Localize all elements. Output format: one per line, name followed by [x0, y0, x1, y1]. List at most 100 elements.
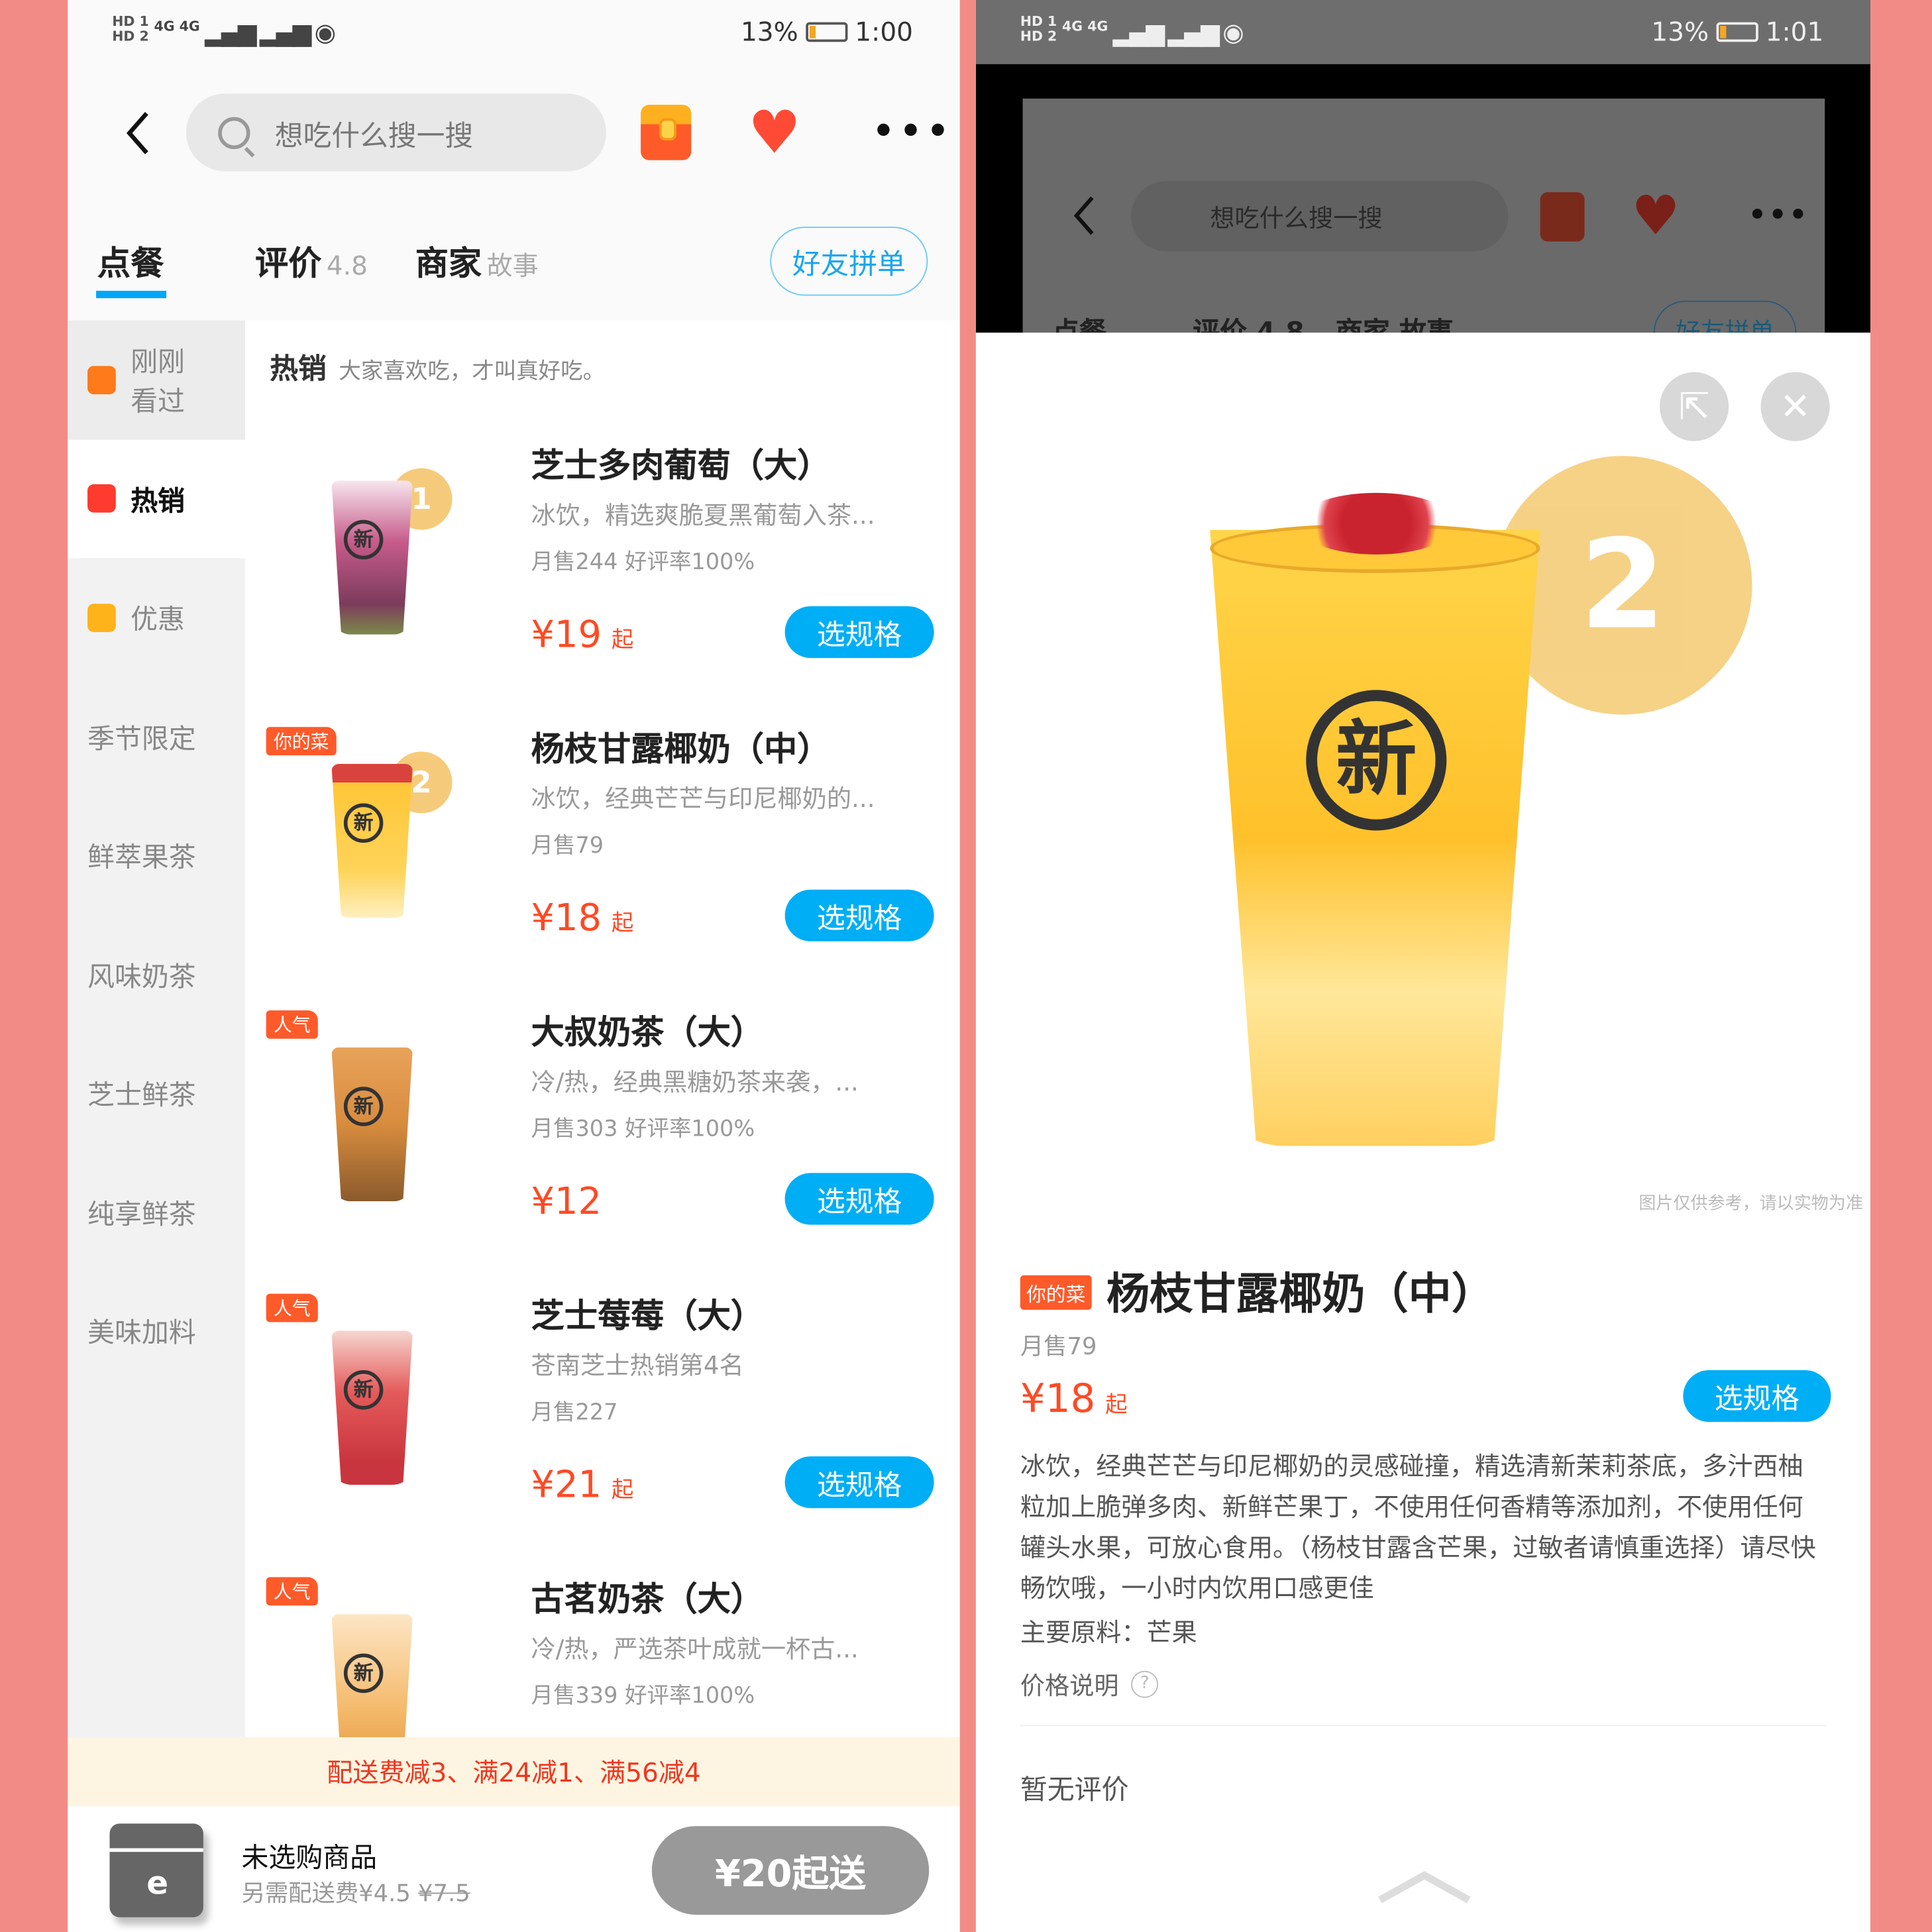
- dimmed-backdrop[interactable]: 想吃什么搜一搜 ♥ ••• 点餐 评价 4.8 商家 故事 好友拼单: [975, 64, 1871, 333]
- ingredients: 主要原料：芒果: [1020, 1617, 1197, 1648]
- product-thumbnail: 新: [292, 1294, 504, 1540]
- product-thumbnail: 新: [292, 1010, 504, 1257]
- heart-icon[interactable]: ♥: [748, 103, 801, 162]
- select-spec-button[interactable]: 选规格: [1683, 1369, 1831, 1422]
- product-list: 热销 大家喜欢吃，才叫真好吃。 1 新芝士多肉葡萄（大） 冰饮，精选爽脆夏黑葡萄入茶…: [245, 320, 960, 1738]
- topping: [1296, 492, 1457, 555]
- tab-merchant[interactable]: 商家 故事: [415, 237, 539, 285]
- product-detail-modal: ⇱ ✕ 2 新 图片仅供参考，请以实物为准 你的菜 杨枝甘露椰奶（中） 月售79…: [975, 333, 1871, 1932]
- dimmed-tab: 商家 故事: [1336, 311, 1454, 333]
- divider: [1020, 1725, 1827, 1727]
- product-item[interactable]: 1 新芝士多肉葡萄（大） 冰饮，精选爽脆夏黑葡萄入茶... 月售244 好评率10…: [245, 431, 960, 715]
- product-badge: 人气: [266, 1293, 318, 1322]
- sidebar-item[interactable]: 纯享鲜茶: [68, 1153, 245, 1271]
- more-icon: •••: [1747, 194, 1809, 236]
- chevron-left-icon: [1073, 196, 1094, 235]
- sidebar-item[interactable]: 鲜萃果茶: [68, 796, 245, 914]
- heart-icon: ♥: [1631, 184, 1680, 248]
- status-bar: HD 1 HD 2 4G 4G ▂▄▆ ▂▄▆ ◉ 13% 1:00: [68, 0, 959, 64]
- product-item[interactable]: 新 人气 大叔奶茶（大） 冷/热，经典黑糖奶茶来袭，... 月售303 好评率100…: [245, 998, 960, 1281]
- product-desc: 冰饮，精选爽脆夏黑葡萄入茶...: [531, 500, 875, 530]
- dimmed-page: 想吃什么搜一搜 ♥ ••• 点餐 评价 4.8 商家 故事 好友拼单: [1022, 98, 1825, 333]
- red-envelope-icon: [1540, 192, 1585, 242]
- product-desc: 冰饮，经典芒芒与印尼椰奶的...: [531, 783, 875, 814]
- close-icon[interactable]: ✕: [1760, 372, 1830, 441]
- search-input[interactable]: 想吃什么搜一搜: [186, 93, 606, 172]
- battery-percent: 13%: [1651, 17, 1709, 47]
- cup: [331, 764, 413, 918]
- friend-group-order-button[interactable]: 好友拼单: [770, 227, 928, 296]
- network-type: 4G 4G: [1062, 18, 1108, 35]
- sidebar-item[interactable]: 优惠: [68, 558, 245, 676]
- sidebar-item-label: 优惠: [131, 605, 185, 637]
- min-order-button[interactable]: ¥20起送: [651, 1826, 930, 1915]
- red-envelope-icon[interactable]: [641, 105, 692, 160]
- product-sales: 月售339 好评率100%: [531, 1683, 755, 1709]
- dimmed-tab: 评价 4.8: [1193, 311, 1305, 333]
- product-item[interactable]: 新 人气 古茗奶茶（大） 冷/热，严选茶叶成就一杯古... 月售339 好评率100…: [245, 1565, 960, 1738]
- promo-banner: 配送费减3、满24减1、满56减4: [68, 1737, 960, 1807]
- chevron-left-icon[interactable]: [125, 111, 152, 155]
- cup: [1210, 529, 1540, 1146]
- select-spec-button[interactable]: 选规格: [784, 1173, 934, 1225]
- sidebar-item-label: 美味加料: [87, 1318, 196, 1350]
- category-sidebar: 刚刚 看过 热销优惠季节限定鲜萃果茶风味奶茶 芝士鲜茶 纯享鲜茶美味加料: [68, 320, 246, 1738]
- select-spec-button[interactable]: 选规格: [784, 1456, 934, 1509]
- product-price: ¥19 起: [531, 614, 634, 657]
- price-info-link[interactable]: 价格说明?: [1020, 1666, 1159, 1701]
- search-icon: [218, 116, 250, 149]
- sidebar-item-label: 鲜萃果茶: [87, 843, 196, 874]
- share-icon[interactable]: ⇱: [1660, 372, 1729, 441]
- sidebar-item[interactable]: 季节限定: [68, 677, 245, 796]
- cup: [331, 480, 413, 635]
- product-sales: 月售303 好评率100%: [531, 1116, 755, 1142]
- flame-icon: [87, 484, 116, 513]
- product-badge: 人气: [266, 1010, 318, 1039]
- brand-logo: 新: [343, 519, 384, 560]
- dimmed-search: 想吃什么搜一搜: [1131, 181, 1509, 252]
- brand-logo: 新: [1306, 690, 1447, 831]
- dimmed-tab: 点餐: [1052, 311, 1106, 333]
- product-item[interactable]: 2 新你的菜 杨枝甘露椰奶（中） 冰饮，经典芒芒与印尼椰奶的... 月售79 ¥18 起…: [245, 715, 960, 998]
- product-price: ¥18 起: [531, 896, 634, 940]
- status-bar: HD 1 HD 2 4G 4G ▂▄▆ ▂▄▆ ◉ 13% 1:01: [975, 0, 1871, 64]
- product-item[interactable]: 新 人气 芝士莓莓（大） 苍南芝士热销第4名 月售227 ¥21 起 选规格: [245, 1281, 960, 1565]
- battery-icon: [1716, 22, 1758, 42]
- active-tab-indicator: [96, 290, 167, 299]
- product-name: 芝士莓莓（大）: [531, 1297, 765, 1336]
- no-review-text: 暂无评价: [1020, 1775, 1129, 1807]
- select-spec-button[interactable]: 选规格: [784, 606, 934, 659]
- product-title: 杨枝甘露椰奶（中）: [1106, 1270, 1495, 1320]
- sidebar-item[interactable]: 芝士鲜茶: [68, 1034, 245, 1152]
- chevron-up-icon[interactable]: [1375, 1868, 1474, 1905]
- product-price: ¥12: [531, 1180, 602, 1224]
- sidebar-item[interactable]: 刚刚 看过: [68, 320, 246, 439]
- select-spec-button[interactable]: 选规格: [784, 889, 934, 941]
- product-name: 大叔奶茶（大）: [531, 1014, 765, 1053]
- tab-order[interactable]: 点餐: [97, 237, 164, 285]
- badge: 你的菜: [1020, 1275, 1092, 1310]
- delivery-fee: 另需配送费¥4.5 ¥7.5: [241, 1880, 470, 1907]
- brand-logo: 新: [343, 1087, 384, 1126]
- cart-bar: e 未选购商品 另需配送费¥4.5 ¥7.5 ¥20起送: [68, 1806, 960, 1932]
- sidebar-item[interactable]: 热销: [68, 439, 246, 559]
- dimmed-tab: 好友拼单: [1653, 300, 1797, 333]
- clock: 1:01: [1765, 17, 1824, 47]
- product-price: ¥21 起: [531, 1464, 634, 1507]
- more-icon[interactable]: •••: [871, 111, 953, 152]
- sidebar-item-label: 季节限定: [87, 724, 196, 755]
- product-detail-screen: HD 1 HD 2 4G 4G ▂▄▆ ▂▄▆ ◉ 13% 1:01 想吃什么搜一搜 …: [975, 0, 1871, 1932]
- product-desc: 苍南芝士热销第4名: [531, 1350, 744, 1380]
- brand-logo: 新: [343, 1369, 384, 1410]
- section-subtitle: 大家喜欢吃，才叫真好吃。: [339, 358, 606, 385]
- product-name: 古茗奶茶（大）: [531, 1580, 765, 1619]
- sidebar-item[interactable]: 美味加料: [68, 1271, 245, 1390]
- original-fee: ¥7.5: [418, 1880, 470, 1907]
- product-description: 冰饮，经典芒芒与印尼椰奶的灵感碰撞，精选清新茉莉茶底，多汁西柚粒加上脆弹多肉、新…: [1020, 1451, 1816, 1603]
- tab-reviews[interactable]: 评价 4.8: [255, 237, 368, 285]
- battery-icon: [805, 22, 848, 42]
- sidebar-item[interactable]: 风味奶茶: [68, 915, 245, 1034]
- sim-indicator: HD 1 HD 2: [1020, 13, 1057, 44]
- search-placeholder: 想吃什么搜一搜: [274, 120, 474, 152]
- cart-box-icon[interactable]: e: [109, 1823, 203, 1917]
